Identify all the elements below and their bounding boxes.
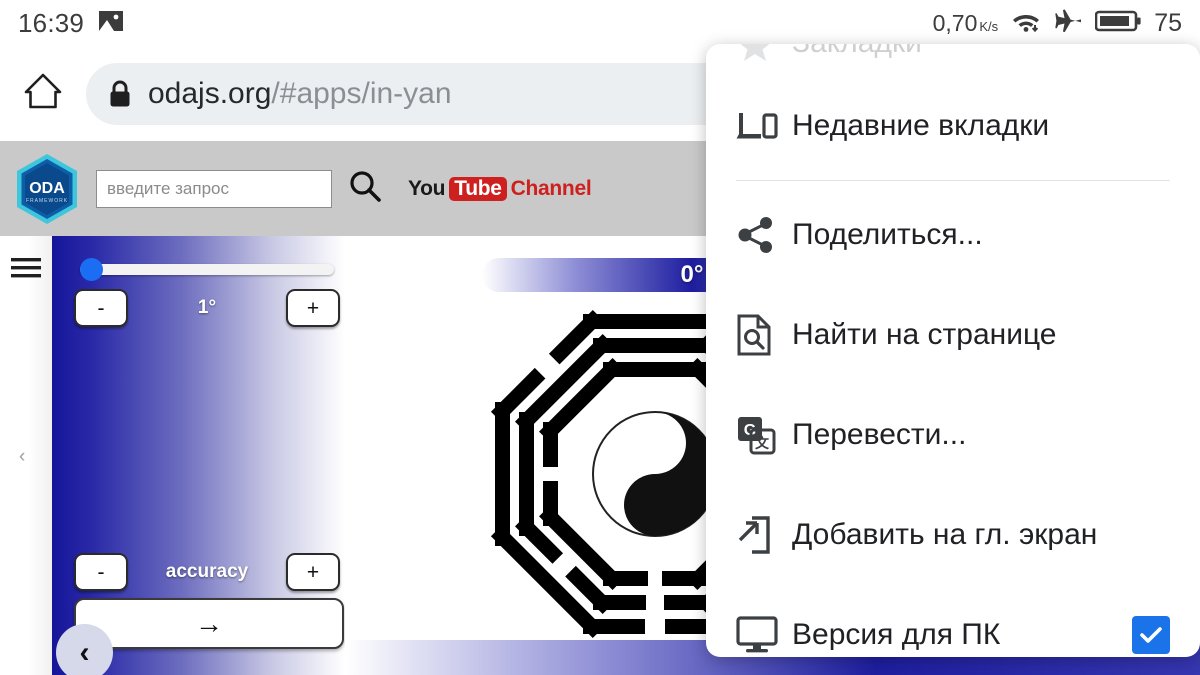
- menu-item-recent-tabs[interactable]: Недавние вкладки: [706, 76, 1200, 176]
- search-icon[interactable]: [348, 169, 382, 208]
- accuracy-decrement-button[interactable]: -: [74, 553, 128, 591]
- chevron-left-icon[interactable]: ‹: [19, 446, 25, 468]
- svg-text:FRAMEWORK: FRAMEWORK: [26, 198, 68, 204]
- angle-slider[interactable]: [80, 258, 334, 281]
- lock-icon: [108, 79, 132, 109]
- menu-item-translate[interactable]: G 文 Перевести...: [706, 385, 1200, 485]
- accuracy-control-row: - accuracy +: [74, 553, 340, 591]
- menu-item-add-to-home-screen[interactable]: Добавить на гл. экран: [706, 485, 1200, 585]
- youtube-tube-badge: Tube: [449, 176, 507, 201]
- battery-icon: [1094, 9, 1141, 38]
- youtube-channel-text: Channel: [510, 176, 592, 200]
- menu-item-bookmarks[interactable]: Закладки: [706, 44, 1200, 76]
- oda-framework-logo[interactable]: ODA FRAMEWORK: [14, 152, 80, 226]
- slider-track[interactable]: [80, 264, 334, 275]
- angle-increment-button[interactable]: +: [285, 289, 340, 327]
- slider-thumb[interactable]: [80, 258, 103, 281]
- menu-item-find-in-page[interactable]: Найти на странице: [706, 285, 1200, 385]
- add-to-home-screen-icon: [736, 514, 792, 556]
- control-panel: - 1° + - accuracy + → ‹: [52, 236, 345, 675]
- svg-text:文: 文: [755, 435, 770, 451]
- wifi-download-icon: [1011, 9, 1041, 38]
- star-icon: [736, 44, 792, 66]
- status-bar-clock: 16:39: [18, 7, 85, 38]
- status-bar: 16:39 0,70 K/s 75: [0, 0, 1200, 46]
- status-bar-left: 16:39: [18, 8, 124, 39]
- image-icon: [98, 10, 124, 37]
- menu-item-share[interactable]: Поделиться...: [706, 185, 1200, 285]
- youtube-channel-logo[interactable]: You Tube Channel: [408, 176, 592, 201]
- app-rail: ‹: [0, 236, 52, 675]
- recent-tabs-icon: [736, 109, 792, 143]
- site-search-input[interactable]: введите запрос: [96, 169, 332, 208]
- site-search-placeholder: введите запрос: [107, 178, 230, 198]
- browser-overflow-menu: Закладки Недавние вкладки Поделиться...: [706, 44, 1200, 657]
- menu-item-bookmarks-label: Закладки: [792, 44, 922, 60]
- menu-item-add-to-home-screen-label: Добавить на гл. экран: [792, 518, 1098, 551]
- angle-control-row: - 1° +: [74, 289, 340, 327]
- home-button[interactable]: [0, 70, 86, 117]
- angle-header-value: 0°: [680, 261, 704, 288]
- yin-yang-symbol: [592, 411, 718, 537]
- youtube-you-text: You: [408, 176, 446, 200]
- menu-divider: [736, 180, 1170, 181]
- battery-level: 75: [1154, 8, 1182, 37]
- share-icon: [736, 215, 792, 255]
- menu-item-find-in-page-label: Найти на странице: [792, 318, 1057, 351]
- find-in-page-icon: [736, 314, 792, 356]
- desktop-site-checkbox[interactable]: [1132, 616, 1170, 654]
- url-path: /#apps/in-yan: [271, 76, 452, 110]
- url-text: odajs.org/#apps/in-yan: [148, 77, 452, 111]
- menu-item-share-label: Поделиться...: [792, 218, 983, 251]
- svg-text:ODA: ODA: [29, 180, 65, 197]
- desktop-monitor-icon: [736, 616, 792, 654]
- menu-item-desktop-site-label: Версия для ПК: [792, 618, 1001, 651]
- status-bar-right: 0,70 K/s 75: [933, 9, 1182, 38]
- url-host: odajs.org: [148, 76, 272, 110]
- network-speed: 0,70 K/s: [932, 9, 999, 36]
- accuracy-increment-button[interactable]: +: [286, 553, 340, 591]
- back-fab-button[interactable]: ‹: [56, 624, 113, 675]
- hamburger-menu-icon[interactable]: [11, 256, 41, 285]
- home-icon: [22, 70, 64, 117]
- angle-decrement-button[interactable]: -: [74, 289, 128, 327]
- menu-item-desktop-site[interactable]: Версия для ПК: [706, 585, 1200, 657]
- go-forward-button[interactable]: →: [74, 598, 344, 649]
- menu-item-translate-label: Перевести...: [792, 418, 967, 451]
- translate-icon: G 文: [736, 415, 792, 455]
- angle-value-label: 1°: [197, 297, 217, 318]
- airplane-mode-icon: [1054, 9, 1082, 38]
- accuracy-label: accuracy: [165, 561, 249, 582]
- menu-item-recent-tabs-label: Недавние вкладки: [792, 109, 1050, 142]
